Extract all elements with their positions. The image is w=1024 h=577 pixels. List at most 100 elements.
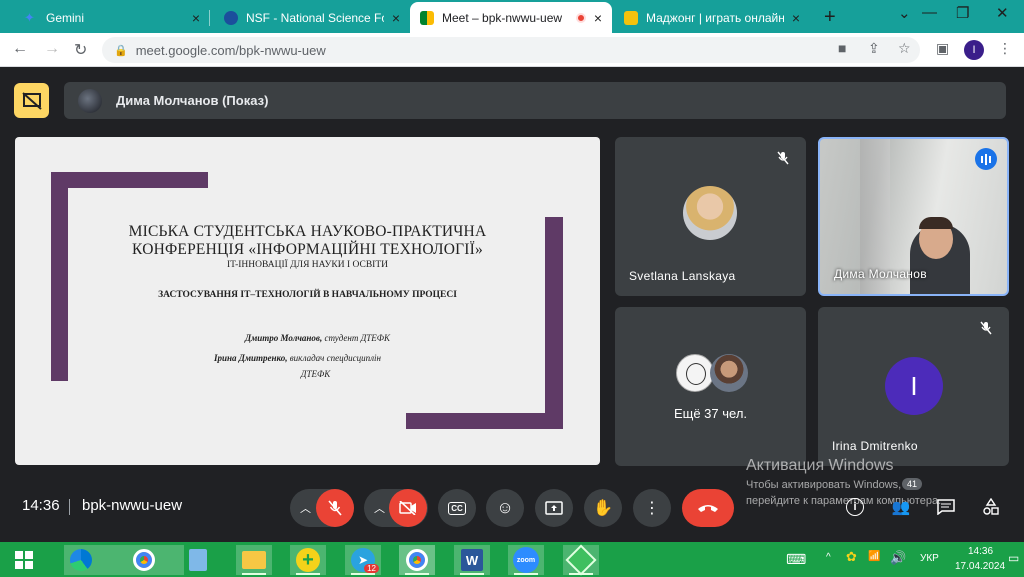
browser-tab-bar: ✦ Gemini × NSF - National Science Foun ×… bbox=[0, 0, 1024, 33]
taskbar-app[interactable] bbox=[563, 544, 599, 576]
raise-hand-button[interactable]: ✋ bbox=[584, 489, 622, 527]
meeting-code: bpk-nwwu-uew bbox=[82, 497, 183, 514]
leave-call-button[interactable] bbox=[682, 489, 734, 527]
slide-decor-bar bbox=[51, 172, 208, 188]
taskbar-telegram[interactable]: ➤ 12 bbox=[345, 545, 381, 575]
camera-icon[interactable]: ■ bbox=[838, 40, 846, 56]
edge-icon bbox=[70, 549, 92, 571]
app-icon bbox=[565, 544, 597, 576]
tab-gemini[interactable]: ✦ Gemini × bbox=[14, 2, 210, 33]
word-icon: W bbox=[461, 549, 483, 571]
meeting-info-button[interactable]: i bbox=[840, 492, 870, 522]
participant-tile-irina[interactable]: I Irina Dmitrenko bbox=[818, 307, 1009, 466]
activities-button[interactable] bbox=[976, 492, 1006, 522]
tray-expand-icon[interactable]: ^ bbox=[826, 552, 831, 563]
tab-nsf[interactable]: NSF - National Science Foun × bbox=[214, 2, 410, 33]
emoji-icon: ☺ bbox=[496, 498, 514, 517]
tab-mahjong[interactable]: Маджонг | играть онлайн б × bbox=[614, 2, 810, 33]
stop-presenting-button[interactable] bbox=[14, 83, 49, 118]
volume-icon[interactable]: 🔊 bbox=[890, 550, 906, 566]
taskbar-date: 17.04.2024 bbox=[955, 561, 1006, 572]
slide-author2: Ірина Дмитренко, викладач спецдисциплін bbox=[213, 353, 382, 363]
menu-kebab-icon[interactable]: ⋮ bbox=[998, 40, 1012, 57]
taskbar-search[interactable] bbox=[64, 545, 184, 575]
notifications-icon[interactable]: ▭ bbox=[1008, 551, 1019, 565]
mic-off-icon bbox=[772, 147, 794, 169]
participant-tile-dima[interactable]: Дима Молчанов bbox=[818, 137, 1009, 296]
back-icon[interactable]: ← bbox=[12, 40, 28, 58]
info-icon: i bbox=[846, 498, 864, 516]
plus-icon: + bbox=[296, 548, 320, 572]
reload-icon[interactable]: ↻ bbox=[74, 40, 87, 60]
mic-off-icon bbox=[328, 500, 342, 516]
tab-meet[interactable]: Meet – bpk-nwwu-uew × bbox=[410, 2, 612, 33]
taskbar-calculator[interactable] bbox=[180, 545, 216, 575]
share-icon[interactable]: ⇪ bbox=[868, 40, 880, 57]
new-tab-button[interactable]: + bbox=[824, 6, 836, 29]
participant-tile-svetlana[interactable]: Svetlana Lanskaya bbox=[615, 137, 806, 296]
slide-title-line2: КОНФЕРЕНЦІЯ «ІНФОРМАЦІЙНІ ТЕХНОЛОГІЇ» bbox=[132, 241, 483, 258]
captions-icon: CC bbox=[448, 501, 466, 515]
people-count-badge: 41 bbox=[902, 478, 923, 490]
people-button[interactable]: 👥 41 bbox=[886, 478, 923, 522]
taskbar-word[interactable]: W bbox=[454, 545, 490, 575]
side-panel-icon[interactable]: ▣ bbox=[936, 40, 949, 57]
presentation-slide: МІСЬКА СТУДЕНТСЬКА НАУКОВО-ПРАКТИЧНА КОН… bbox=[15, 137, 600, 465]
participant-tile-others[interactable]: Ещё 37 чел. bbox=[615, 307, 806, 466]
close-tab-icon[interactable]: × bbox=[594, 10, 602, 26]
speaking-indicator-icon bbox=[975, 148, 997, 170]
slide-subtitle: IT-ІННОВАЦІЇ ДЛЯ НАУКИ І ОСВІТИ bbox=[227, 260, 388, 270]
minimize-icon[interactable]: — bbox=[922, 4, 937, 21]
hand-icon: ✋ bbox=[593, 500, 613, 517]
participant-photo bbox=[710, 354, 748, 392]
taskbar-zoom[interactable]: zoom bbox=[508, 545, 544, 575]
bookmark-star-icon[interactable]: ☆ bbox=[898, 40, 911, 57]
start-button[interactable] bbox=[6, 545, 42, 575]
mahjong-icon bbox=[624, 10, 638, 25]
activities-icon bbox=[983, 498, 999, 515]
present-now-button[interactable] bbox=[535, 489, 573, 527]
wifi-icon[interactable]: 📶 bbox=[868, 551, 880, 562]
presenter-banner: Дима Молчанов (Показ) bbox=[64, 82, 1006, 119]
chevron-up-icon[interactable]: ︿ bbox=[300, 500, 311, 516]
reactions-button[interactable]: ☺ bbox=[486, 489, 524, 527]
taskbar-time: 14:36 bbox=[968, 546, 994, 557]
chrome-icon bbox=[133, 549, 155, 571]
people-icon: 👥 bbox=[891, 499, 911, 516]
present-off-icon bbox=[21, 91, 42, 110]
taskbar-chrome-active[interactable] bbox=[399, 545, 435, 575]
camera-toggle-button[interactable] bbox=[389, 489, 427, 527]
tab-search-icon[interactable]: ⌄ bbox=[898, 4, 911, 22]
profile-avatar[interactable]: I bbox=[964, 40, 984, 60]
language-indicator[interactable]: УКР bbox=[920, 553, 939, 564]
close-tab-icon[interactable]: × bbox=[792, 10, 800, 26]
slide-author1: Дмитро Молчанов, студент ДТЕФК bbox=[244, 333, 391, 343]
meeting-controls: 14:36 bpk-nwwu-uew ︿ ︿ CC ☺ ✋ ⋮ i 👥 41 bbox=[0, 478, 1024, 541]
participant-photo bbox=[683, 186, 737, 240]
chat-button[interactable] bbox=[931, 492, 961, 522]
slide-title-line1: МІСЬКА СТУДЕНТСЬКА НАУКОВО-ПРАКТИЧНА bbox=[128, 223, 487, 240]
close-window-icon[interactable]: ✕ bbox=[996, 4, 1009, 22]
slide-topic: ЗАСТОСУВАННЯ IT–ТЕХНОЛОГІЙ В НАВЧАЛЬНОМУ… bbox=[158, 290, 457, 300]
mic-toggle-button[interactable] bbox=[316, 489, 354, 527]
taskbar-plus-app[interactable]: + bbox=[290, 545, 326, 575]
more-options-button[interactable]: ⋮ bbox=[633, 489, 671, 527]
close-tab-icon[interactable]: × bbox=[192, 10, 200, 26]
slide-decor-bar bbox=[406, 413, 563, 429]
close-tab-icon[interactable]: × bbox=[392, 10, 400, 26]
nsf-icon bbox=[224, 10, 238, 25]
restore-icon[interactable]: ❐ bbox=[956, 4, 969, 22]
slide-decor-bar bbox=[51, 172, 68, 381]
keyboard-icon[interactable]: ⌨ bbox=[786, 551, 806, 568]
camera-off-icon bbox=[399, 501, 416, 515]
taskbar-explorer[interactable] bbox=[236, 545, 272, 575]
meet-icon bbox=[420, 10, 434, 25]
captions-button[interactable]: CC bbox=[438, 489, 476, 527]
forward-icon[interactable]: → bbox=[44, 40, 60, 58]
recording-dot-icon bbox=[575, 12, 586, 23]
tray-app-icon[interactable]: ✿ bbox=[846, 549, 857, 565]
taskbar-chrome[interactable] bbox=[126, 545, 162, 575]
chevron-up-icon[interactable]: ︿ bbox=[374, 500, 385, 516]
chat-icon bbox=[937, 499, 955, 515]
url-field[interactable]: 🔒 meet.google.com/bpk-nwwu-uew bbox=[102, 37, 920, 63]
